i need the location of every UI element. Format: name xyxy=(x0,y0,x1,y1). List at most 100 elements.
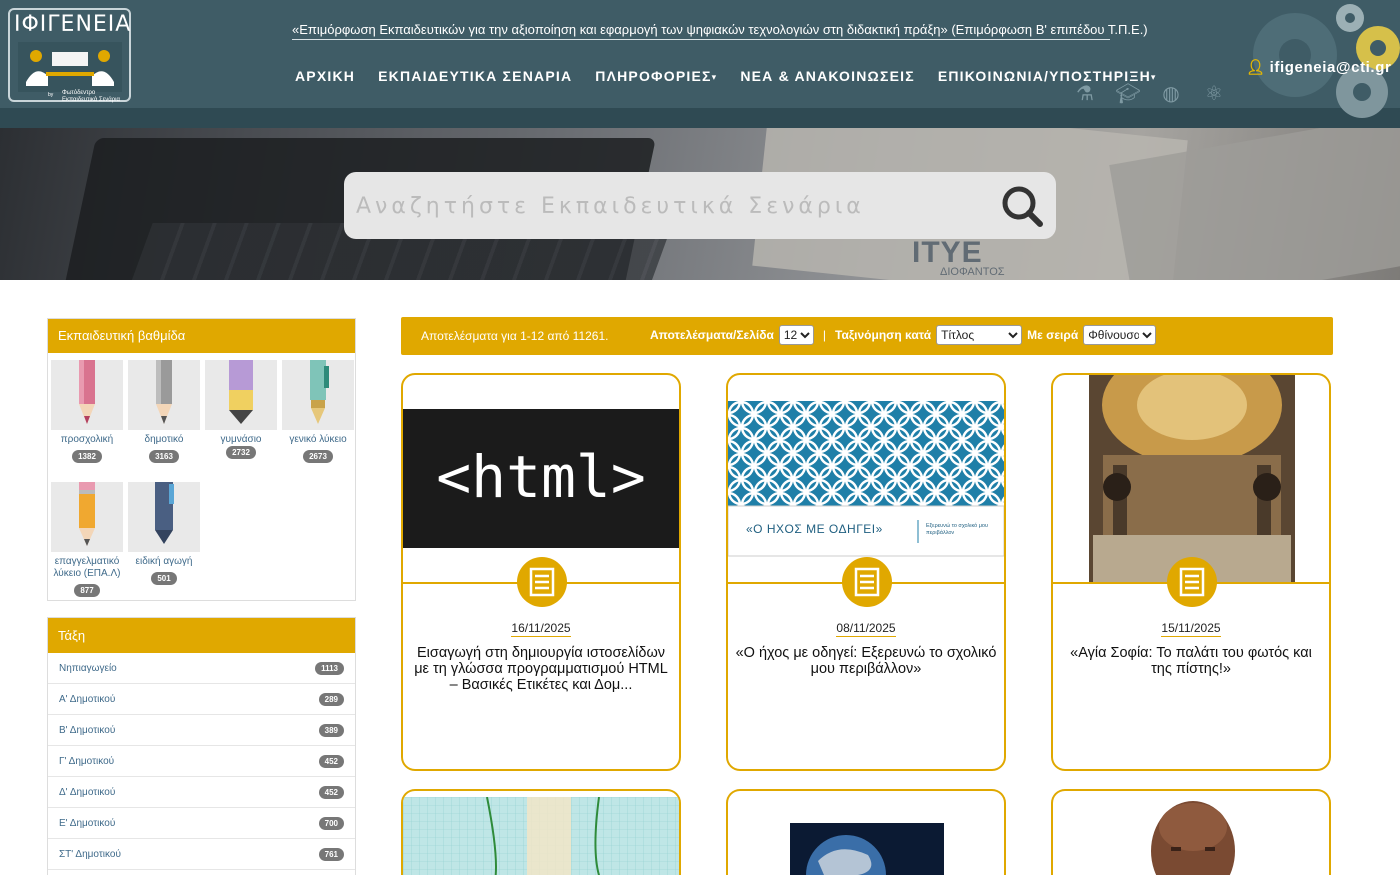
document-icon xyxy=(517,557,567,607)
nav-news[interactable]: ΝΕΑ & ΑΝΑΚΟΙΝΩΣΕΙΣ xyxy=(740,68,914,84)
per-page-label: Αποτελέσματα/Σελίδα xyxy=(650,328,774,342)
classes-panel: Τάξη Νηπιαγωγείο 1113 Α' Δημοτικού 289 Β' … xyxy=(47,617,356,875)
user-account-link[interactable]: 👤︎ ifigeneia@cti.gr xyxy=(1246,58,1391,76)
sort-select[interactable]: Τίτλος xyxy=(936,325,1023,345)
card-image xyxy=(403,797,679,875)
results-count: Αποτελέσματα για 1-12 από 11261. xyxy=(421,329,609,343)
pencil-icon xyxy=(51,360,123,430)
classes-panel-title: Τάξη xyxy=(48,618,355,653)
list-item[interactable]: Α' Δημοτικού 289 xyxy=(48,684,355,715)
list-item[interactable]: Β' Δημοτικού 389 xyxy=(48,715,355,746)
sort-label: Ταξινόμηση κατά xyxy=(835,328,932,342)
grade-count-badge: 3163 xyxy=(149,450,179,463)
hero-watermark-sub: ΔΙΟΦΑΝΤΟΣ xyxy=(940,266,1005,278)
site-logo[interactable]: ΙΦΙΓΕΝΕΙΑ by Φωτόδεντρο Εκπαιδευτικά Σεν… xyxy=(8,8,132,103)
results-toolbar: Αποτελέσματα για 1-12 από 11261. Αποτελέ… xyxy=(401,317,1333,355)
pen-icon xyxy=(282,360,354,430)
search-input[interactable] xyxy=(356,186,976,226)
pencil-icon xyxy=(51,482,123,552)
list-item[interactable]: ΣΤ' Δημοτικού 761 xyxy=(48,839,355,870)
grade-gymnasium[interactable]: γυμνάσιο 2732 xyxy=(205,360,277,459)
flask-icon: ⚗ xyxy=(1076,83,1094,105)
card-image-text: <html> xyxy=(436,443,646,511)
pencil-icon xyxy=(128,360,200,430)
grade-preschool[interactable]: προσχολική 1382 xyxy=(51,360,123,464)
grades-panel-title: Εκπαιδευτική βαθμίδα xyxy=(48,319,355,353)
class-count-badge: 289 xyxy=(318,692,344,706)
list-item[interactable]: Γ' Δημοτικού 452 xyxy=(48,746,355,777)
per-page-select[interactable]: 12 xyxy=(778,325,814,345)
card-image xyxy=(790,823,944,875)
card-title[interactable]: «Αγία Σοφία: Το παλάτι του φωτός και της… xyxy=(1059,645,1323,677)
document-icon xyxy=(1167,557,1217,607)
class-count-badge: 389 xyxy=(318,723,344,737)
list-item[interactable]: Δ' Δημοτικού 452 xyxy=(48,777,355,808)
grades-panel: Εκπαιδευτική βαθμίδα προσχολική 1382 δημ… xyxy=(47,318,356,601)
grade-general-lyceum[interactable]: γενικό λύκειο 2673 xyxy=(282,360,354,464)
order-select[interactable]: Φθίνουσα xyxy=(1083,325,1157,345)
grade-count-badge: 877 xyxy=(74,584,100,597)
nav-info[interactable]: ΠΛΗΡΟΦΟΡΙΕΣ▾ xyxy=(595,68,717,84)
grades-list: προσχολική 1382 δημοτικό 3163 γυμνάσιο 2… xyxy=(48,353,355,601)
card-image-subtext: Εξερευνώ το σχολικό μου περιβάλλον xyxy=(926,523,988,536)
hero-banner: ΙΤΥΕ ΔΙΟΦΑΝΤΟΣ xyxy=(0,128,1400,280)
nav-scenarios[interactable]: ΕΚΠΑΙΔΕΥΤΙΚΑ ΣΕΝΑΡΙΑ xyxy=(378,68,572,84)
logo-illustration-icon xyxy=(18,42,122,92)
class-count-badge: 452 xyxy=(318,785,344,799)
caret-down-icon: ▾ xyxy=(711,71,718,82)
grade-special-education[interactable]: ειδική αγωγή 501 xyxy=(128,482,200,586)
scenario-card[interactable]: «Ο ΗΧΟΣ ΜΕ ΟΔΗΓΕΙ» Εξερευνώ το σχολικό μ… xyxy=(726,373,1006,771)
site-header: ΙΦΙΓΕΝΕΙΑ by Φωτόδεντρο Εκπαιδευτικά Σεν… xyxy=(0,0,1400,128)
grade-primary[interactable]: δημοτικό 3163 xyxy=(128,360,200,464)
class-count-badge: 452 xyxy=(318,754,344,768)
logo-subtitle: Φωτόδεντρο Εκπαιδευτικά Σενάρια xyxy=(62,90,120,103)
card-image-text: «Ο ΗΧΟΣ ΜΕ ΟΔΗΓΕΙ» xyxy=(746,522,883,536)
grade-count-badge: 1382 xyxy=(72,450,102,463)
card-image xyxy=(1151,801,1235,875)
card-date: 08/11/2025 xyxy=(836,621,896,637)
card-image: <html> xyxy=(403,375,679,582)
card-title[interactable]: Εισαγωγή στη δημιουργία ιστοσελίδων με τ… xyxy=(409,645,673,693)
site-tagline: «Επιμόρφωση Εκπαιδευτικών για την αξιοπο… xyxy=(292,22,1148,40)
card-title[interactable]: «Ο ήχος με οδηγεί: Εξερευνώ το σχολικό μ… xyxy=(734,645,998,677)
pencil-icon xyxy=(205,360,277,430)
grade-count-badge: 2732 xyxy=(226,446,256,459)
globe-icon: ◍ xyxy=(1162,83,1180,105)
class-count-badge: 700 xyxy=(318,816,344,830)
scenario-card[interactable] xyxy=(401,789,681,875)
scenario-card[interactable] xyxy=(1051,789,1331,875)
grade-vocational-lyceum[interactable]: επαγγελματικό λύκειο (ΕΠΑ.Λ) 877 xyxy=(51,482,123,598)
class-count-badge: 761 xyxy=(318,847,344,861)
header-decor-icons: ⚗ 🎓︎ ◍ ⚛ xyxy=(1072,82,1227,106)
search-icon[interactable] xyxy=(1000,184,1044,228)
document-icon xyxy=(842,557,892,607)
scenario-card[interactable]: 15/11/2025 «Αγία Σοφία: Το παλάτι του φω… xyxy=(1051,373,1331,771)
marker-icon xyxy=(128,482,200,552)
grade-count-badge: 501 xyxy=(151,572,177,585)
search-box xyxy=(344,172,1056,239)
graduation-cap-icon: 🎓︎ xyxy=(1115,83,1141,105)
user-icon: 👤︎ xyxy=(1246,59,1266,76)
hero-watermark: ΙΤΥΕ xyxy=(912,236,983,269)
nav-home[interactable]: ΑΡΧΙΚΗ xyxy=(295,68,355,84)
user-email: ifigeneia@cti.gr xyxy=(1269,59,1392,76)
logo-by: by xyxy=(48,92,54,98)
results-controls: Αποτελέσματα/Σελίδα 12 | Ταξινόμηση κατά… xyxy=(650,325,1157,345)
classes-list: Νηπιαγωγείο 1113 Α' Δημοτικού 289 Β' Δημοτ… xyxy=(48,653,355,870)
list-item[interactable]: Νηπιαγωγείο 1113 xyxy=(48,653,355,684)
card-image xyxy=(1053,375,1329,582)
order-label: Με σειρά xyxy=(1027,328,1079,342)
class-count-badge: 1113 xyxy=(315,661,344,675)
scenario-card[interactable] xyxy=(726,789,1006,875)
card-date: 15/11/2025 xyxy=(1161,621,1221,637)
list-item[interactable]: Ε' Δημοτικού 700 xyxy=(48,808,355,839)
header-stripe xyxy=(0,108,1400,128)
card-image: «Ο ΗΧΟΣ ΜΕ ΟΔΗΓΕΙ» Εξερευνώ το σχολικό μ… xyxy=(728,375,1004,582)
logo-title: ΙΦΙΓΕΝΕΙΑ xyxy=(14,12,132,37)
atom-icon: ⚛ xyxy=(1205,83,1223,105)
scenario-card[interactable]: <html> 16/11/2025 Εισαγωγή στη δημιουργί… xyxy=(401,373,681,771)
card-date: 16/11/2025 xyxy=(511,621,571,637)
main-nav: ΑΡΧΙΚΗ ΕΚΠΑΙΔΕΥΤΙΚΑ ΣΕΝΑΡΙΑ ΠΛΗΡΟΦΟΡΙΕΣ▾… xyxy=(295,68,1180,84)
grade-count-badge: 2673 xyxy=(303,450,333,463)
separator: | xyxy=(822,328,826,342)
